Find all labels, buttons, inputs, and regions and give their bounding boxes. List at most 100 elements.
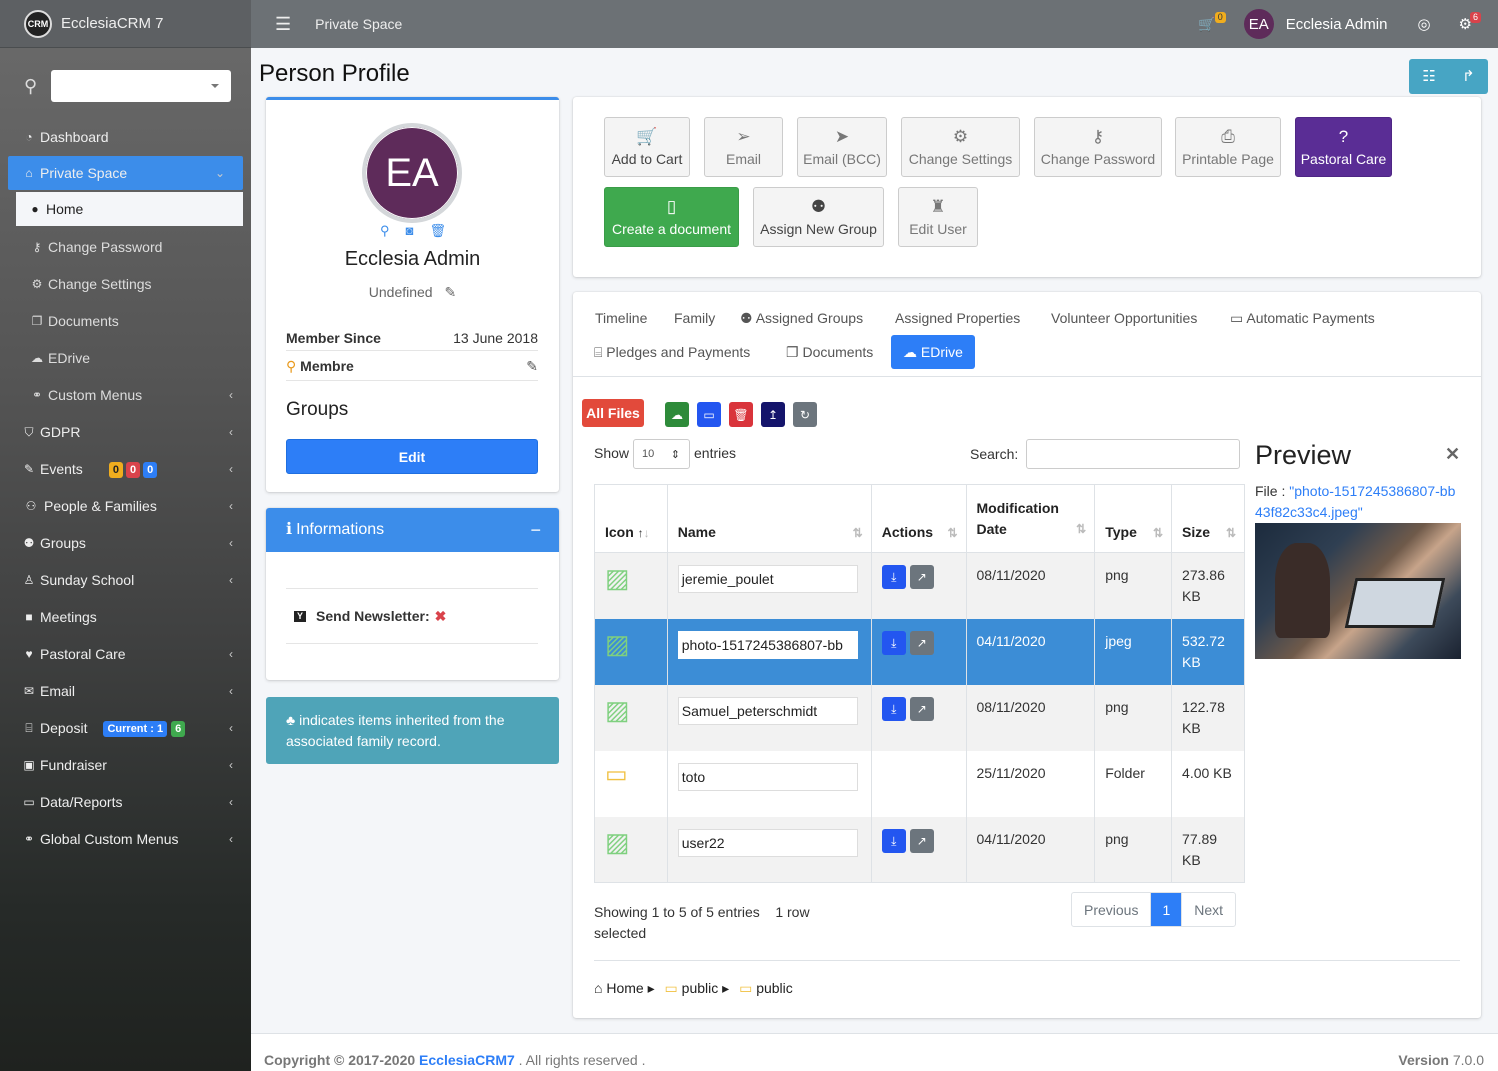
tab-edrive[interactable]: ☁ EDrive	[891, 335, 975, 369]
edit-icon[interactable]: ✎	[526, 359, 538, 373]
column-header-name[interactable]: Name ⇅	[666, 484, 872, 553]
level-up-icon[interactable]: ↥	[761, 402, 785, 427]
tab-volunteer-opportunities[interactable]: Volunteer Opportunities	[1051, 310, 1197, 326]
breadcrumb-home[interactable]: Home	[606, 980, 643, 996]
share-icon[interactable]: ↗	[909, 630, 934, 655]
brand-link[interactable]: EcclesiaCRM7	[419, 1052, 515, 1068]
tab-family[interactable]: Family	[674, 310, 715, 326]
share-icon[interactable]: ↗	[909, 696, 934, 721]
assign-new-group-button[interactable]: ⚉ Assign New Group	[753, 187, 884, 247]
sidebar-item-groups[interactable]: ⚉ Groups ‹	[0, 524, 251, 561]
list-icon[interactable]: ☷	[1422, 69, 1435, 84]
table-row[interactable]: ▨ Samuel_peterschmidt ⤓ ↗ 08/11/2020 png …	[594, 684, 1245, 751]
sidebar-item-edrive[interactable]: ☁ EDrive	[0, 339, 251, 376]
column-header-size[interactable]: Size ⇅	[1171, 484, 1245, 553]
file-name-input[interactable]: jeremie_poulet	[677, 565, 858, 593]
search-select[interactable]	[51, 70, 232, 102]
tab-documents[interactable]: ❐ Documents	[786, 344, 873, 360]
share-icon[interactable]: ↗	[909, 828, 934, 853]
edit-user-button[interactable]: ♜ Edit User	[898, 187, 978, 247]
download-icon[interactable]: ⤓	[881, 696, 906, 721]
menu-icon[interactable]: ☰	[275, 15, 291, 33]
previous-button[interactable]: Previous	[1072, 893, 1152, 926]
entries-select[interactable]: 10	[633, 439, 690, 469]
table-row-selected[interactable]: ▨ photo-1517245386807-bb ⤓ ↗ 04/11/2020 j…	[594, 618, 1245, 685]
email-bcc-button[interactable]: ➤ Email (BCC)	[797, 117, 887, 177]
create-document-button[interactable]: ▯ Create a document	[604, 187, 739, 247]
edit-icon[interactable]: ✎	[444, 285, 456, 299]
all-files-button[interactable]: All Files	[582, 399, 644, 427]
download-icon[interactable]: ⤓	[881, 565, 906, 589]
sidebar-item-change-password[interactable]: ⚷ Change Password	[0, 228, 251, 265]
support-icon[interactable]: ◎	[1417, 17, 1430, 32]
sidebar-item-documents[interactable]: ❐ Documents	[0, 302, 251, 339]
next-button[interactable]: Next	[1182, 893, 1235, 926]
sidebar-item-custom-menus[interactable]: ⚭ Custom Menus ‹	[0, 376, 251, 413]
column-header-type[interactable]: Type ⇅	[1094, 484, 1173, 553]
tab-automatic-payments[interactable]: ▭ Automatic Payments	[1230, 310, 1375, 326]
sidebar-item-people-families[interactable]: ⚇ People & Families ‹	[0, 487, 251, 524]
table-row[interactable]: ▨ jeremie_poulet ⤓ ↗ 08/11/2020 png 273.8…	[594, 552, 1245, 619]
column-header-icon[interactable]: Icon ↑↓	[594, 484, 668, 553]
sidebar-item-global-custom-menus[interactable]: ⚭ Global Custom Menus ‹	[0, 820, 251, 857]
breadcrumb-public[interactable]: public	[682, 980, 719, 996]
sidebar-item-data-reports[interactable]: ▭ Data/Reports ‹	[0, 783, 251, 820]
refresh-icon[interactable]: ↻	[793, 402, 817, 427]
tab-assigned-properties[interactable]: Assigned Properties	[895, 310, 1020, 326]
profile-name: Ecclesia Admin	[344, 248, 481, 270]
topbar-breadcrumb[interactable]: Private Space	[315, 16, 402, 32]
trash-icon[interactable]: 🗑	[729, 402, 753, 427]
file-name-input[interactable]: photo-1517245386807-bb	[677, 630, 858, 659]
sidebar-item-home[interactable]: ● Home	[16, 192, 243, 226]
sidebar-item-private-space[interactable]: ⌂ Private Space ⌄	[8, 156, 243, 190]
download-icon[interactable]: ⤓	[881, 630, 906, 655]
page-1-button[interactable]: 1	[1151, 893, 1183, 926]
breadcrumb-public[interactable]: public	[756, 980, 793, 996]
column-header-actions[interactable]: Actions ⇅	[870, 484, 967, 553]
sidebar-item-events[interactable]: ✎ Events 000 ‹	[0, 450, 251, 487]
sidebar-item-fundraiser[interactable]: ▣ Fundraiser ‹	[0, 746, 251, 783]
edit-groups-button[interactable]: Edit	[286, 439, 538, 474]
cart-icon[interactable]: 🛒 0	[1198, 12, 1226, 31]
new-folder-icon[interactable]: ▭	[697, 402, 721, 427]
sidebar-item-pastoral-care[interactable]: ♥ Pastoral Care ‹	[0, 635, 251, 672]
sidebar-item-change-settings[interactable]: ⚙ Change Settings	[0, 265, 251, 302]
share-icon[interactable]: ↗	[909, 565, 934, 589]
sidebar-item-gdpr[interactable]: ⛉ GDPR ‹	[0, 413, 251, 450]
user-avatar[interactable]: EA	[1243, 9, 1274, 39]
trash-icon[interactable]: 🗑	[429, 224, 446, 237]
search-input[interactable]	[1026, 439, 1240, 469]
share-icon[interactable]: ↱	[1462, 69, 1475, 84]
home-icon: ⌂	[25, 166, 33, 180]
file-name-input[interactable]: user22	[677, 828, 858, 857]
column-header-date[interactable]: Modification Date ⇅	[965, 484, 1096, 553]
file-name-input[interactable]: toto	[677, 762, 858, 791]
sidebar-item-email[interactable]: ✉ Email ‹	[0, 672, 251, 709]
preview-file-link[interactable]: "photo-1517245386807-bb43f82c33c4.jpeg"	[1255, 483, 1455, 520]
user-name[interactable]: Ecclesia Admin	[1286, 16, 1388, 33]
change-password-button[interactable]: ⚷ Change Password	[1034, 117, 1162, 177]
tab-pledges-payments[interactable]: ⌸ Pledges and Payments	[594, 344, 750, 360]
close-icon[interactable]: ✕	[1445, 444, 1460, 465]
brand[interactable]: CRM EcclesiaCRM 7	[0, 0, 251, 48]
change-settings-button[interactable]: ⚙ Change Settings	[901, 117, 1020, 177]
upload-icon[interactable]: ☁	[665, 402, 689, 427]
sidebar-item-sunday-school[interactable]: ♙ Sunday School ‹	[0, 561, 251, 598]
camera-icon[interactable]: ◙	[406, 224, 414, 237]
download-icon[interactable]: ⤓	[881, 828, 906, 853]
add-to-cart-button[interactable]: 🛒 Add to Cart	[604, 117, 690, 177]
table-row[interactable]: ▭ toto 25/11/2020 Folder 4.00 KB	[594, 750, 1245, 817]
gears-icon[interactable]: ⚙ 6	[1459, 11, 1481, 32]
sidebar-item-deposit[interactable]: ⌸ Deposit Current : 16 ‹	[0, 709, 251, 746]
file-name-input[interactable]: Samuel_peterschmidt	[677, 696, 858, 725]
email-button[interactable]: ➢ Email	[704, 117, 783, 177]
pastoral-care-button[interactable]: ? Pastoral Care	[1295, 117, 1392, 177]
tab-assigned-groups[interactable]: ⚉ Assigned Groups	[740, 310, 863, 326]
sidebar-item-dashboard[interactable]: ◔ Dashboard	[0, 118, 251, 155]
collapse-button[interactable]: −	[530, 520, 541, 541]
zoom-icon[interactable]: ⚲	[380, 224, 390, 237]
printable-page-button[interactable]: ⎙ Printable Page	[1175, 117, 1281, 177]
table-row[interactable]: ▨ user22 ⤓ ↗ 04/11/2020 png 77.89 KB	[594, 816, 1245, 883]
tab-timeline[interactable]: Timeline	[595, 310, 647, 326]
sidebar-item-meetings[interactable]: ■ Meetings	[0, 598, 251, 635]
